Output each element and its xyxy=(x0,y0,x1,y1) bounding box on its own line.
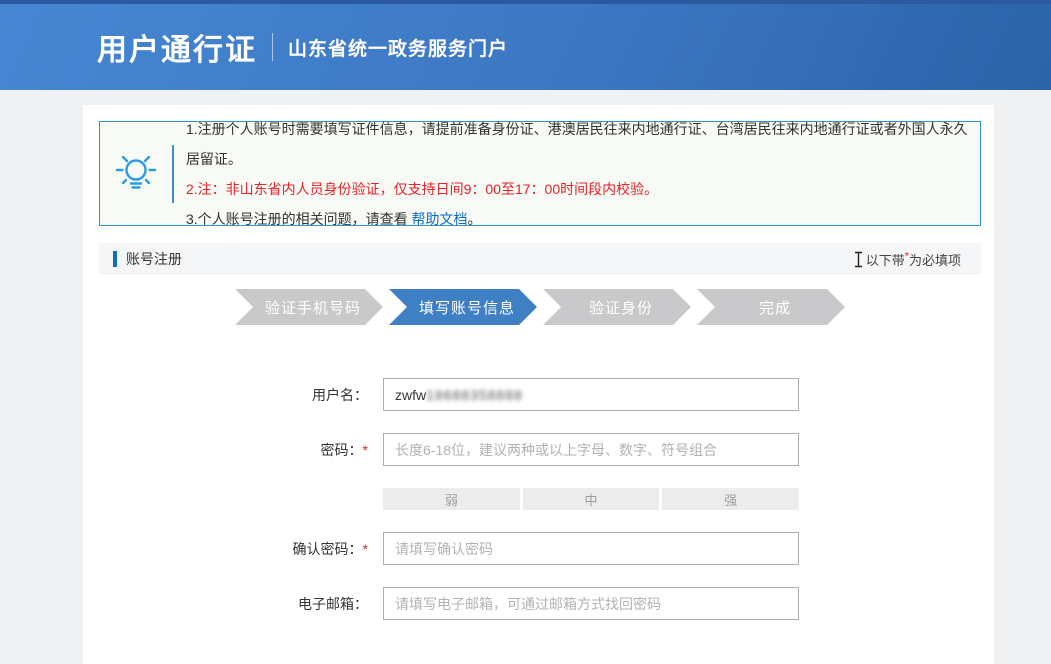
content-panel: 1.注册个人账号时需要填写证件信息，请提前准备身份证、港澳居民往来内地通行证、台… xyxy=(83,105,994,664)
required-note: 以下带*为必填项 xyxy=(866,250,961,269)
username-row: 用户名： zwfw 18688358888 xyxy=(99,378,994,411)
notice-lines: 1.注册个人账号时需要填写证件信息，请提前准备身份证、港澳居民往来内地通行证、台… xyxy=(174,114,980,234)
help-doc-link[interactable]: 帮助文档 xyxy=(412,211,468,227)
strength-medium: 中 xyxy=(523,488,660,510)
brand-subtitle: 山东省统一政务服务门户 xyxy=(288,34,508,61)
password-row: 密码：* xyxy=(99,433,994,466)
step-wizard: 验证手机号码 填写账号信息 验证身份 完成 xyxy=(99,289,981,325)
password-required-star: * xyxy=(363,442,368,458)
password-strength-meter: 弱 中 强 xyxy=(383,488,799,510)
confirm-password-label: 确认密码：* xyxy=(99,539,368,559)
username-input[interactable]: zwfw 18688358888 xyxy=(383,378,799,411)
brand-title: 用户通行证 xyxy=(97,25,257,69)
step-verify-identity[interactable]: 验证身份 xyxy=(543,289,691,325)
password-label: 密码：* xyxy=(99,440,368,460)
email-row: 电子邮箱： xyxy=(99,587,994,620)
step-complete[interactable]: 完成 xyxy=(697,289,845,325)
username-value-masked: 18688358888 xyxy=(426,387,523,403)
notice-line-1: 1.注册个人账号时需要填写证件信息，请提前准备身份证、港澳居民往来内地通行证、台… xyxy=(186,114,980,174)
email-label: 电子邮箱： xyxy=(99,594,368,614)
username-label: 用户名： xyxy=(99,385,368,405)
page-header: 用户通行证 山东省统一政务服务门户 xyxy=(0,0,1051,90)
section-bar: 账号注册 以下带*为必填项 xyxy=(99,243,981,275)
confirm-password-input[interactable] xyxy=(383,532,799,565)
confirm-password-required-star: * xyxy=(363,541,368,557)
notice-line-3: 3.个人账号注册的相关问题，请查看 帮助文档。 xyxy=(186,204,980,234)
required-note-prefix: 以下带 xyxy=(866,253,905,268)
section-marker xyxy=(113,251,117,267)
notice-icon-wrap xyxy=(100,150,172,198)
lightbulb-icon xyxy=(114,150,158,198)
text-cursor-icon xyxy=(853,251,864,268)
password-input[interactable] xyxy=(383,433,799,466)
password-label-text: 密码： xyxy=(321,442,363,458)
notice-line-3-text: 3.个人账号注册的相关问题，请查看 xyxy=(186,211,412,227)
notice-line-2: 2.注：非山东省内人员身份验证，仅支持日间9：00至17：00时间段内校验。 xyxy=(186,174,980,204)
confirm-password-label-text: 确认密码： xyxy=(293,541,363,557)
page-title: 账号注册 xyxy=(126,249,182,269)
step-fill-account-info[interactable]: 填写账号信息 xyxy=(389,289,537,325)
strength-weak: 弱 xyxy=(383,488,520,510)
header-brand: 用户通行证 山东省统一政务服务门户 xyxy=(0,4,1051,90)
strength-strong: 强 xyxy=(662,488,799,510)
brand-divider xyxy=(272,33,273,61)
step-verify-phone[interactable]: 验证手机号码 xyxy=(235,289,383,325)
notice-box: 1.注册个人账号时需要填写证件信息，请提前准备身份证、港澳居民往来内地通行证、台… xyxy=(99,121,981,226)
username-value: zwfw xyxy=(395,387,426,403)
email-input[interactable] xyxy=(383,587,799,620)
notice-line-3-suffix: 。 xyxy=(468,211,482,227)
registration-form: 用户名： zwfw 18688358888 密码：* 弱 中 强 确认密码：* … xyxy=(99,378,994,620)
password-strength-row: 弱 中 强 xyxy=(99,488,994,510)
confirm-password-row: 确认密码：* xyxy=(99,532,994,565)
required-note-suffix: 为必填项 xyxy=(909,253,961,268)
